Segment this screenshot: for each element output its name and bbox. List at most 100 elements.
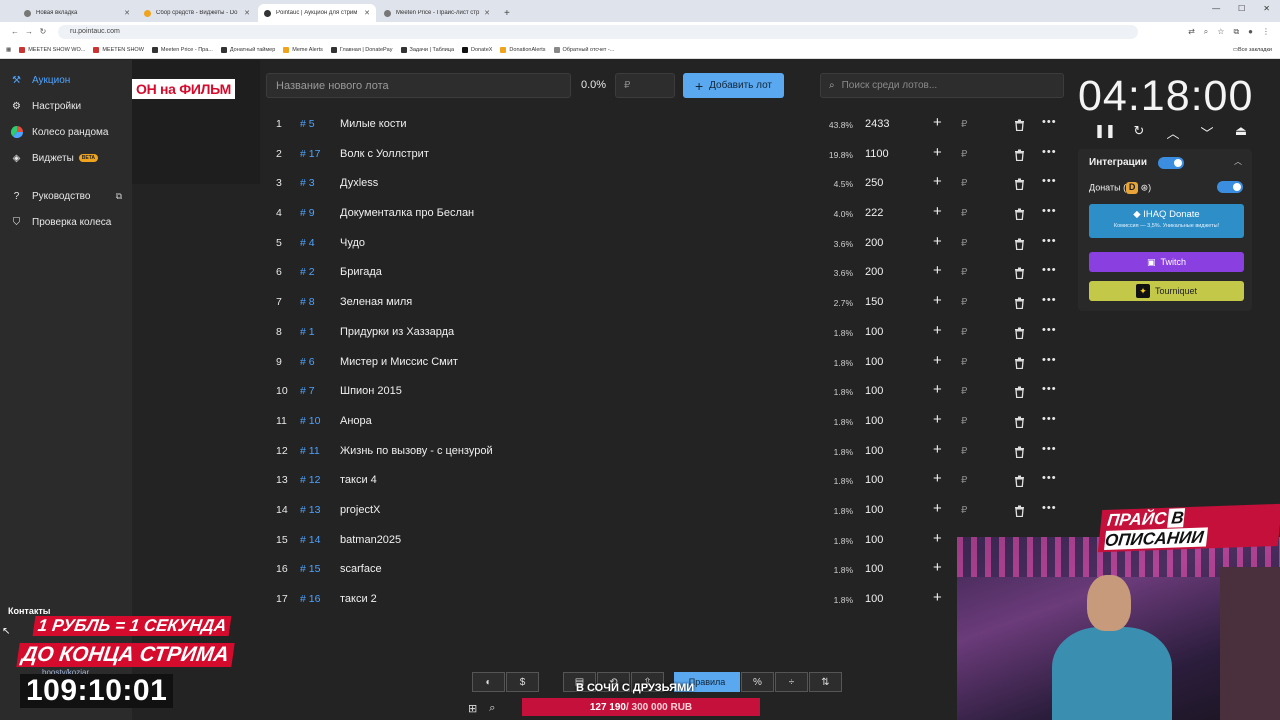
extensions-icon[interactable]: ⧉ [1233, 27, 1239, 37]
bookmark[interactable]: Донатный таймер [220, 46, 275, 53]
lot-search-input[interactable]: ⌕ Поиск среди лотов... [820, 73, 1064, 98]
lot-id-link[interactable]: # 7 [300, 385, 315, 397]
lot-amount-input[interactable]: ₽ [961, 238, 967, 249]
lot-id-link[interactable]: # 15 [300, 563, 320, 575]
lot-amount-input[interactable]: ₽ [961, 386, 967, 397]
windows-start-icon[interactable]: ⊞ [468, 702, 477, 715]
add-amount-plus-icon[interactable]: + [933, 292, 942, 309]
add-amount-plus-icon[interactable]: + [933, 114, 942, 131]
trash-icon[interactable] [1014, 297, 1026, 310]
back-icon[interactable]: ← [8, 27, 22, 36]
more-options-icon[interactable]: ••• [1042, 383, 1057, 395]
close-window-icon[interactable]: ✕ [1263, 4, 1270, 13]
trash-icon[interactable] [1014, 386, 1026, 399]
minimize-icon[interactable]: — [1212, 4, 1220, 13]
add-amount-plus-icon[interactable]: + [933, 441, 942, 458]
lot-id-link[interactable]: # 14 [300, 534, 320, 546]
trash-icon[interactable] [1014, 119, 1026, 132]
double-chevron-up-icon[interactable]: ⏏ [1224, 123, 1258, 142]
close-icon[interactable]: ✕ [244, 9, 250, 17]
all-bookmarks[interactable]: ▭ Все закладки [1233, 47, 1272, 53]
browser-tab[interactable]: Новая вкладка ✕ [18, 4, 136, 22]
bookmark[interactable]: Обратный отсчет -... [553, 46, 614, 53]
lot-name[interactable]: такси 2 [340, 593, 377, 605]
lot-id-link[interactable]: # 10 [300, 415, 320, 427]
more-options-icon[interactable]: ••• [1042, 264, 1057, 276]
new-lot-amount-input[interactable]: ₽ [615, 73, 675, 98]
bookmark[interactable]: Главная | DonatePay [330, 46, 393, 53]
percent-icon[interactable]: % [741, 672, 774, 692]
lot-amount-input[interactable]: ₽ [961, 149, 967, 160]
sidebar-item-auction[interactable]: ⚒ Аукцион [0, 67, 132, 93]
divide-icon[interactable]: ÷ [775, 672, 808, 692]
trash-icon[interactable] [1014, 327, 1026, 339]
lot-id-link[interactable]: # 3 [300, 177, 315, 189]
new-tab-plus-icon[interactable]: + [498, 4, 516, 22]
more-options-icon[interactable]: ••• [1042, 413, 1057, 425]
sidebar-item-settings[interactable]: ⚙ Настройки [0, 93, 132, 119]
sort-icon[interactable]: ⇅ [809, 672, 842, 692]
browser-tab[interactable]: Meeten Price - Прайс-лист стр ✕ [378, 4, 496, 22]
add-amount-plus-icon[interactable]: + [933, 411, 942, 428]
translate-icon[interactable]: ⇄ [1188, 27, 1195, 37]
add-amount-plus-icon[interactable]: + [933, 233, 942, 250]
sidebar-item-wheel-check[interactable]: ⛉ Проверка колеса [0, 209, 132, 235]
trash-icon[interactable] [1014, 178, 1026, 191]
more-options-icon[interactable]: ••• [1042, 443, 1057, 455]
lot-amount-input[interactable]: ₽ [961, 267, 967, 278]
trash-icon[interactable] [1014, 505, 1026, 518]
lot-name[interactable]: scarface [340, 563, 382, 575]
lot-amount-input[interactable]: ₽ [961, 327, 967, 338]
sidebar-item-widgets[interactable]: ◈ Виджеты BETA [0, 145, 132, 171]
trash-icon[interactable] [1014, 446, 1026, 458]
lot-id-link[interactable]: # 16 [300, 593, 320, 605]
add-amount-plus-icon[interactable]: + [933, 559, 942, 576]
lot-name[interactable]: Мистер и Миссис Смит [340, 356, 458, 368]
lot-name[interactable]: Милые кости [340, 118, 407, 130]
lot-name[interactable]: batman2025 [340, 534, 401, 546]
lot-id-link[interactable]: # 5 [300, 118, 315, 130]
bookmark[interactable]: Meeten Price - Пра... [151, 46, 213, 53]
trash-icon[interactable] [1014, 475, 1026, 488]
profile-avatar[interactable]: ● [1248, 27, 1253, 37]
twitch-button[interactable]: ▣ Twitch [1089, 252, 1244, 272]
sidebar-item-wheel[interactable]: Колесо рандома [0, 119, 132, 145]
bookmark[interactable]: Задачи | Таблица [400, 46, 454, 53]
more-options-icon[interactable]: ••• [1042, 472, 1057, 484]
apps-icon[interactable]: ▦ [6, 47, 11, 53]
lot-name[interactable]: Чудо [340, 237, 365, 249]
bookmark[interactable]: MEETEN SHOW [93, 46, 144, 53]
trash-icon[interactable] [1014, 357, 1026, 369]
more-options-icon[interactable]: ••• [1042, 502, 1057, 514]
donations-toggle[interactable] [1217, 181, 1243, 193]
trash-icon[interactable] [1014, 416, 1026, 429]
add-amount-plus-icon[interactable]: + [933, 381, 942, 398]
more-options-icon[interactable]: ••• [1042, 146, 1057, 158]
add-amount-plus-icon[interactable]: + [933, 530, 942, 547]
github-icon[interactable]: ◐ [472, 672, 505, 692]
new-lot-name-input[interactable]: Название нового лота [266, 73, 571, 98]
lot-name[interactable]: Волк с Уоллстрит [340, 148, 429, 160]
trash-icon[interactable] [1014, 267, 1026, 280]
star-icon[interactable]: ☆ [1217, 27, 1224, 37]
tourniquet-button[interactable]: ✦ Tourniquet [1089, 281, 1244, 301]
bookmark[interactable]: Meme Alerts [283, 46, 323, 53]
lot-amount-input[interactable]: ₽ [961, 119, 967, 130]
ihaq-donate-button[interactable]: ◆ IHAQ Donate Комиссия — 3,5%. Уникальны… [1089, 204, 1244, 238]
lot-amount-input[interactable]: ₽ [961, 505, 967, 516]
lot-id-link[interactable]: # 13 [300, 504, 320, 516]
lot-id-link[interactable]: # 8 [300, 296, 315, 308]
more-options-icon[interactable]: ••• [1042, 324, 1057, 336]
reload-icon[interactable]: ↻ [36, 27, 50, 36]
lot-name[interactable]: Документалка про Беслан [340, 207, 474, 219]
add-lot-button[interactable]: + Добавить лот [683, 73, 784, 98]
add-amount-plus-icon[interactable]: + [933, 500, 942, 517]
bookmark[interactable]: DonationAlerts [500, 46, 546, 53]
more-options-icon[interactable]: ••• [1042, 354, 1057, 366]
trash-icon[interactable] [1014, 208, 1026, 221]
maximize-icon[interactable]: ☐ [1238, 4, 1245, 13]
lot-name[interactable]: такси 4 [340, 474, 377, 486]
lot-amount-input[interactable]: ₽ [961, 357, 967, 368]
lot-name[interactable]: Анора [340, 415, 372, 427]
collapse-chevron-icon[interactable]: ︿ [1234, 156, 1242, 167]
